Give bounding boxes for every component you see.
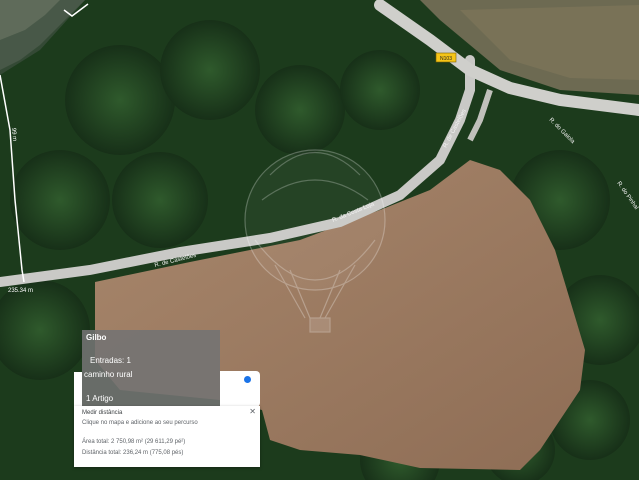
map-view[interactable]: R. da Costa Loja R. de Castelões R. de C… bbox=[0, 0, 639, 480]
panel-edge bbox=[74, 372, 82, 406]
boundary-label-2: 235.34 m bbox=[8, 288, 33, 294]
measure-hint: Clique no mapa e adicione ao seu percurs… bbox=[82, 420, 198, 426]
boundary-label-1: 99 m bbox=[10, 128, 17, 142]
category-label: 1 Artigo bbox=[86, 394, 114, 403]
current-location-icon[interactable] bbox=[244, 376, 251, 383]
location-control[interactable] bbox=[220, 371, 260, 407]
route-shield: N103 bbox=[435, 52, 457, 63]
entries-label: Entradas: 1 bbox=[90, 356, 131, 365]
place-title: Gilbo bbox=[86, 333, 107, 342]
measure-distance-panel: Medir distância Clique no mapa e adicion… bbox=[74, 406, 260, 467]
route-shield-label: N103 bbox=[440, 56, 452, 62]
road-type-label: caminho rural bbox=[84, 370, 133, 379]
total-distance: Distância total: 236,24 m (775,08 pés) bbox=[82, 450, 184, 456]
total-area: Área total: 2 750,98 m² (29 611,29 pé²) bbox=[82, 439, 186, 445]
close-icon[interactable]: ✕ bbox=[249, 407, 256, 416]
measure-title: Medir distância bbox=[82, 410, 123, 416]
place-info-panel: Gilbo Entradas: 1 caminho rural 1 Artigo bbox=[82, 330, 220, 406]
